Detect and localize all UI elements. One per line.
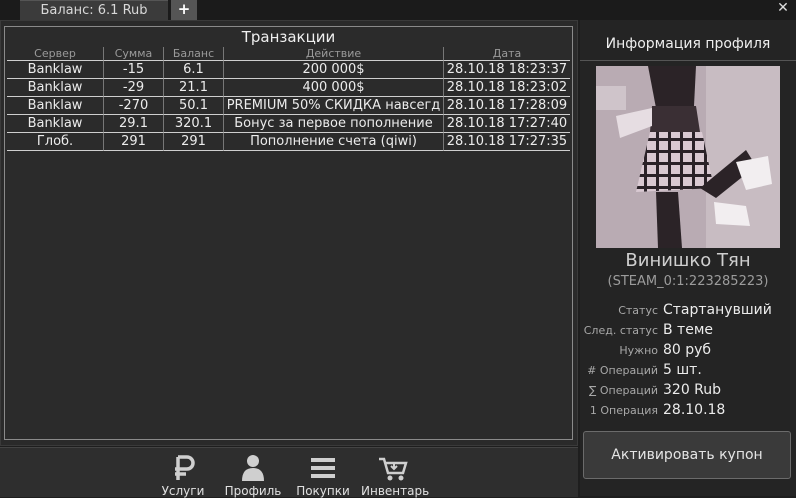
column-header-balance[interactable]: Баланс: [164, 47, 224, 61]
cart-icon: [379, 457, 408, 481]
column-header-server[interactable]: Сервер: [7, 47, 104, 61]
cell-balance: 320.1: [164, 115, 224, 133]
info-row: # Операций 5 шт.: [580, 361, 796, 381]
cell-balance: 291: [164, 133, 224, 151]
cell-server: Banklaw: [7, 115, 104, 133]
info-value: Стартанувший: [663, 302, 772, 318]
info-label: Нужно: [619, 344, 658, 357]
column-header-action[interactable]: Действие: [224, 47, 444, 61]
cell-action: Бонус за первое пополнение: [224, 115, 444, 133]
cell-amount: 291: [104, 133, 164, 151]
cell-server: Banklaw: [7, 79, 104, 97]
transactions-panel: Транзакции Сервер Сумма Баланс Действие …: [4, 26, 573, 440]
info-value: 320 Rub: [663, 382, 722, 398]
info-label: След. статус: [583, 324, 658, 337]
list-icon: [311, 458, 335, 478]
info-label: Статус: [618, 304, 658, 317]
table-header: Сервер Сумма Баланс Действие Дата: [7, 47, 570, 61]
cell-server: Banklaw: [7, 61, 104, 79]
info-value: 80 руб: [663, 342, 712, 358]
info-row: Нужно 80 руб: [580, 341, 796, 361]
cell-server: Глоб.: [7, 133, 104, 151]
transactions-table: Сервер Сумма Баланс Действие Дата Bankla…: [7, 47, 570, 151]
cell-amount: -29: [104, 79, 164, 97]
cell-date: 28.10.18 18:23:02: [444, 79, 570, 97]
add-tab-button[interactable]: +: [171, 0, 197, 20]
column-header-amount[interactable]: Сумма: [104, 47, 164, 61]
info-label: 1 Операция: [589, 404, 658, 417]
table-row[interactable]: Banklaw -270 50.1 PREMIUM 50% СКИДКА нав…: [7, 97, 570, 115]
info-label: # Операций: [587, 364, 658, 377]
cell-balance: 21.1: [164, 79, 224, 97]
cell-date: 28.10.18 17:27:40: [444, 115, 570, 133]
cell-amount: 29.1: [104, 115, 164, 133]
profile-title: Информация профиля: [605, 36, 771, 52]
top-bar: Баланс: 6.1 Rub + ✕: [0, 0, 796, 21]
main-panel: Транзакции Сервер Сумма Баланс Действие …: [0, 20, 578, 446]
transactions-title: Транзакции: [241, 28, 336, 46]
avatar-image: [596, 66, 780, 248]
avatar: [596, 66, 780, 248]
table-row[interactable]: Banklaw -29 21.1 400 000$ 28.10.18 18:23…: [7, 79, 570, 97]
info-value: В теме: [663, 322, 713, 338]
nav-services[interactable]: Услуги: [151, 452, 215, 498]
close-icon: ✕: [777, 0, 789, 16]
column-header-date[interactable]: Дата: [444, 47, 570, 61]
close-button[interactable]: ✕: [775, 0, 791, 18]
user-icon: [242, 455, 264, 481]
cell-date: 28.10.18 17:27:35: [444, 133, 570, 151]
cell-action: 200 000$: [224, 61, 444, 79]
divider: [580, 60, 796, 61]
info-label: ∑ Операций: [588, 384, 658, 397]
bottom-nav: Услуги Профиль Покупки Инвентарь: [0, 447, 578, 498]
profile-name: Винишко Тян: [625, 250, 751, 271]
cell-amount: -15: [104, 61, 164, 79]
cell-action: Пополнение счета (qiwi): [224, 133, 444, 151]
cell-date: 28.10.18 17:28:09: [444, 97, 570, 115]
info-row: 1 Операция 28.10.18: [580, 401, 796, 421]
cell-amount: -270: [104, 97, 164, 115]
profile-panel: Информация профиля Винишко Тян (STEAM_0:…: [580, 20, 796, 496]
ruble-icon: [175, 455, 195, 480]
nav-profile[interactable]: Профиль: [221, 452, 285, 498]
tab-balance[interactable]: Баланс: 6.1 Rub: [20, 0, 168, 21]
table-row[interactable]: Banklaw -15 6.1 200 000$ 28.10.18 18:23:…: [7, 61, 570, 79]
info-value: 5 шт.: [663, 362, 702, 378]
info-value: 28.10.18: [663, 402, 726, 418]
cell-balance: 50.1: [164, 97, 224, 115]
table-row[interactable]: Глоб. 291 291 Пополнение счета (qiwi) 28…: [7, 133, 570, 151]
activate-coupon-button[interactable]: Активировать купон: [583, 431, 791, 479]
cell-action: PREMIUM 50% СКИДКА навсегд: [224, 97, 444, 115]
nav-purchases[interactable]: Покупки: [291, 452, 355, 498]
info-row: ∑ Операций 320 Rub: [580, 381, 796, 401]
info-row: Статус Стартанувший: [580, 301, 796, 321]
cell-date: 28.10.18 18:23:37: [444, 61, 570, 79]
cell-balance: 6.1: [164, 61, 224, 79]
nav-inventory[interactable]: Инвентарь: [361, 452, 429, 498]
table-row[interactable]: Banklaw 29.1 320.1 Бонус за первое попол…: [7, 115, 570, 133]
steam-id: (STEAM_0:1:223285223): [607, 274, 769, 289]
info-row: След. статус В теме: [580, 321, 796, 341]
cell-action: 400 000$: [224, 79, 444, 97]
cell-server: Banklaw: [7, 97, 104, 115]
